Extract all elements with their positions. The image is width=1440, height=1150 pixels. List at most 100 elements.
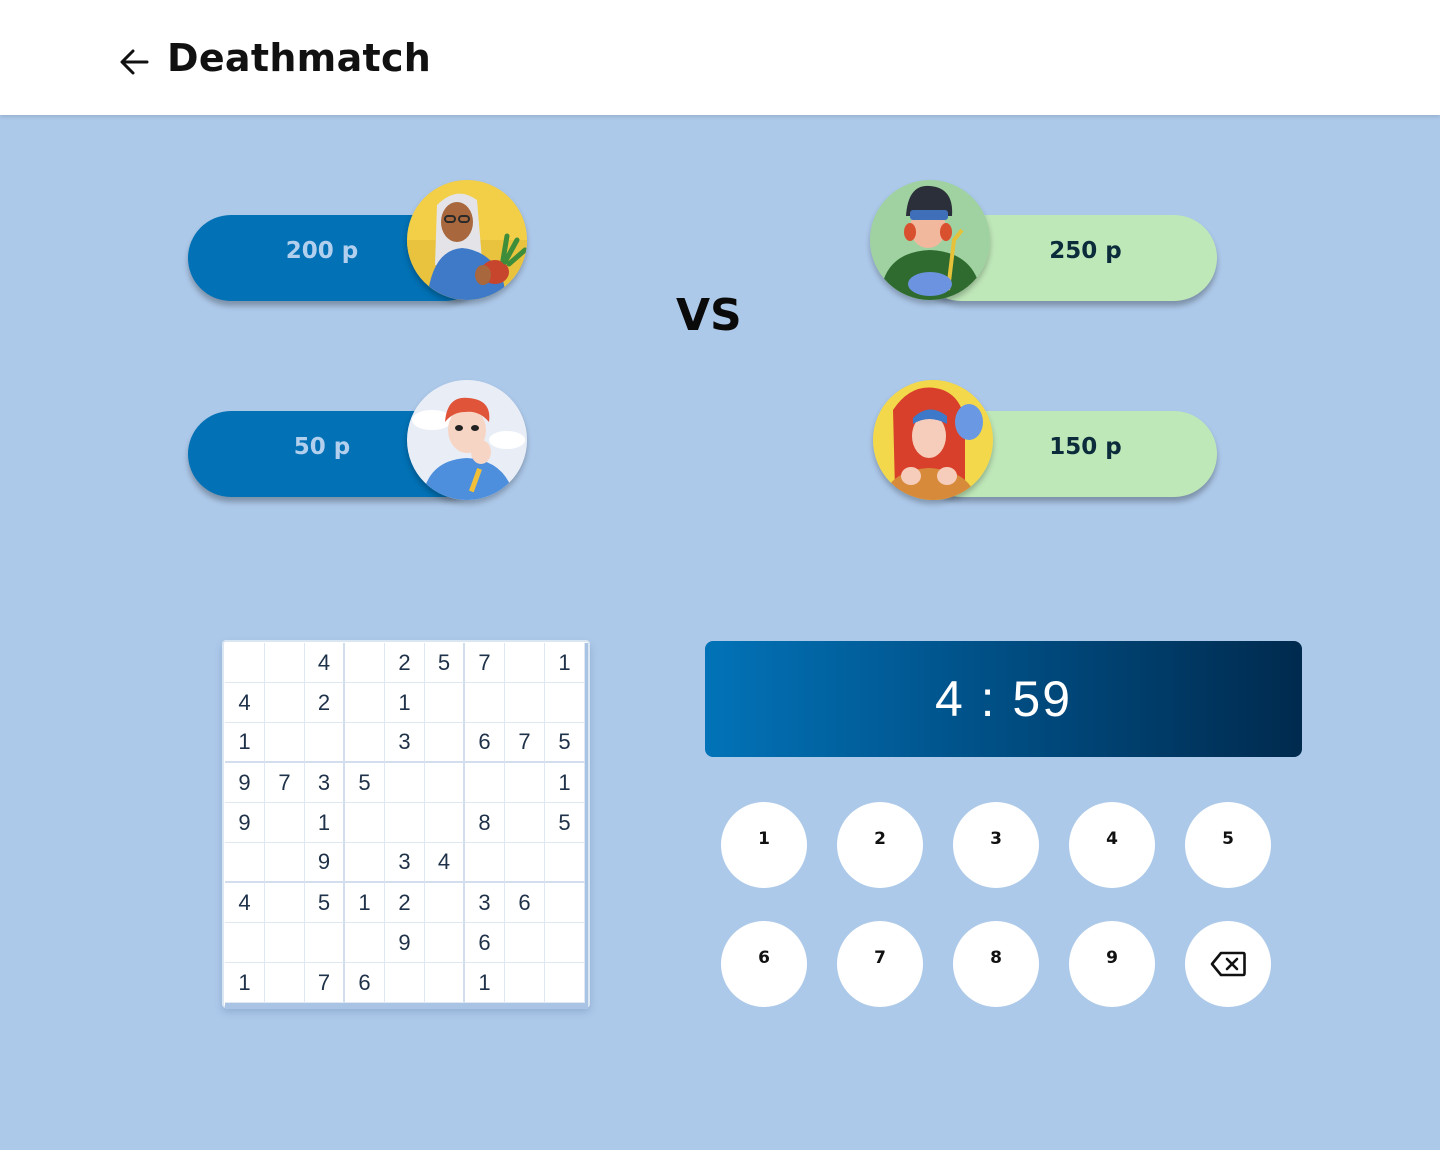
key-3[interactable]: 3 <box>953 802 1039 888</box>
player-avatar-right-bottom[interactable] <box>873 380 993 500</box>
sudoku-cell[interactable]: 4 <box>225 883 265 923</box>
sudoku-cell[interactable]: 5 <box>545 803 585 843</box>
sudoku-cell[interactable] <box>225 643 265 683</box>
sudoku-cell[interactable] <box>265 843 305 883</box>
sudoku-cell[interactable] <box>345 723 385 763</box>
sudoku-cell[interactable] <box>265 883 305 923</box>
sudoku-cell[interactable]: 5 <box>345 763 385 803</box>
sudoku-cell[interactable] <box>265 923 305 963</box>
versus-label: VS <box>676 290 742 341</box>
key-4[interactable]: 4 <box>1069 802 1155 888</box>
sudoku-cell[interactable]: 3 <box>465 883 505 923</box>
sudoku-cell[interactable] <box>425 803 465 843</box>
sudoku-cell[interactable] <box>425 963 465 1003</box>
sudoku-cell[interactable] <box>505 803 545 843</box>
sudoku-cell[interactable] <box>265 683 305 723</box>
sudoku-cell[interactable] <box>345 683 385 723</box>
sudoku-cell[interactable] <box>345 643 385 683</box>
sudoku-cell[interactable] <box>385 963 425 1003</box>
sudoku-cell[interactable] <box>505 763 545 803</box>
sudoku-cell[interactable] <box>305 923 345 963</box>
sudoku-cell[interactable]: 9 <box>385 923 425 963</box>
sudoku-cell[interactable]: 6 <box>505 883 545 923</box>
sudoku-cell[interactable] <box>225 843 265 883</box>
key-2[interactable]: 2 <box>837 802 923 888</box>
sudoku-cell[interactable]: 7 <box>265 763 305 803</box>
sudoku-cell[interactable] <box>505 643 545 683</box>
arrow-left-icon <box>120 49 149 75</box>
sudoku-cell[interactable]: 6 <box>465 723 505 763</box>
sudoku-cell[interactable]: 4 <box>225 683 265 723</box>
sudoku-cell[interactable] <box>505 683 545 723</box>
player-avatar-right-top[interactable] <box>870 180 990 300</box>
sudoku-cell[interactable]: 9 <box>225 803 265 843</box>
sudoku-cell[interactable] <box>545 843 585 883</box>
player-avatar-left-top[interactable] <box>407 180 527 300</box>
sudoku-cell[interactable]: 1 <box>545 643 585 683</box>
sudoku-cell[interactable]: 7 <box>305 963 345 1003</box>
sudoku-cell[interactable]: 1 <box>465 963 505 1003</box>
sudoku-cell[interactable]: 1 <box>225 963 265 1003</box>
sudoku-cell[interactable] <box>545 963 585 1003</box>
sudoku-cell[interactable] <box>425 883 465 923</box>
sudoku-cell[interactable]: 7 <box>465 643 505 683</box>
sudoku-cell[interactable]: 5 <box>545 723 585 763</box>
sudoku-cell[interactable] <box>425 723 465 763</box>
sudoku-cell[interactable] <box>265 643 305 683</box>
countdown-timer: 4 : 59 <box>705 641 1302 757</box>
sudoku-cell[interactable] <box>345 843 385 883</box>
key-9[interactable]: 9 <box>1069 921 1155 1007</box>
sudoku-cell[interactable] <box>545 883 585 923</box>
sudoku-cell[interactable]: 4 <box>425 843 465 883</box>
sudoku-cell[interactable]: 4 <box>305 643 345 683</box>
sudoku-cell[interactable] <box>545 683 585 723</box>
sudoku-cell[interactable] <box>465 763 505 803</box>
key-5[interactable]: 5 <box>1185 802 1271 888</box>
sudoku-cell[interactable]: 3 <box>385 843 425 883</box>
sudoku-cell[interactable] <box>265 723 305 763</box>
sudoku-cell[interactable]: 6 <box>465 923 505 963</box>
sudoku-cell[interactable]: 1 <box>225 723 265 763</box>
key-1[interactable]: 1 <box>721 802 807 888</box>
sudoku-cell[interactable] <box>505 843 545 883</box>
sudoku-cell[interactable]: 1 <box>305 803 345 843</box>
sudoku-cell[interactable] <box>465 843 505 883</box>
sudoku-cell[interactable] <box>385 803 425 843</box>
sudoku-cell[interactable]: 2 <box>305 683 345 723</box>
sudoku-cell[interactable]: 2 <box>385 643 425 683</box>
key-8[interactable]: 8 <box>953 921 1039 1007</box>
sudoku-cell[interactable]: 1 <box>385 683 425 723</box>
sudoku-cell[interactable]: 1 <box>345 883 385 923</box>
back-button[interactable] <box>114 42 154 82</box>
sudoku-cell[interactable] <box>345 803 385 843</box>
sudoku-cell[interactable] <box>265 803 305 843</box>
sudoku-cell[interactable]: 3 <box>385 723 425 763</box>
sudoku-cell[interactable] <box>385 763 425 803</box>
player-score: 250 p <box>1049 238 1122 264</box>
sudoku-cell[interactable] <box>345 923 385 963</box>
sudoku-cell[interactable]: 5 <box>305 883 345 923</box>
sudoku-cell[interactable] <box>545 923 585 963</box>
sudoku-cell[interactable] <box>265 963 305 1003</box>
key-7[interactable]: 7 <box>837 921 923 1007</box>
player-avatar-left-bottom[interactable] <box>407 380 527 500</box>
sudoku-cell[interactable] <box>225 923 265 963</box>
sudoku-cell[interactable]: 8 <box>465 803 505 843</box>
sudoku-cell[interactable]: 7 <box>505 723 545 763</box>
sudoku-cell[interactable] <box>505 963 545 1003</box>
sudoku-cell[interactable] <box>465 683 505 723</box>
sudoku-cell[interactable]: 9 <box>225 763 265 803</box>
sudoku-cell[interactable] <box>305 723 345 763</box>
delete-button[interactable] <box>1185 921 1271 1007</box>
sudoku-cell[interactable] <box>425 923 465 963</box>
sudoku-cell[interactable]: 6 <box>345 963 385 1003</box>
sudoku-cell[interactable]: 1 <box>545 763 585 803</box>
sudoku-cell[interactable] <box>505 923 545 963</box>
sudoku-cell[interactable]: 3 <box>305 763 345 803</box>
key-6[interactable]: 6 <box>721 921 807 1007</box>
sudoku-cell[interactable]: 5 <box>425 643 465 683</box>
sudoku-cell[interactable]: 2 <box>385 883 425 923</box>
sudoku-cell[interactable] <box>425 683 465 723</box>
sudoku-cell[interactable] <box>425 763 465 803</box>
sudoku-cell[interactable]: 9 <box>305 843 345 883</box>
